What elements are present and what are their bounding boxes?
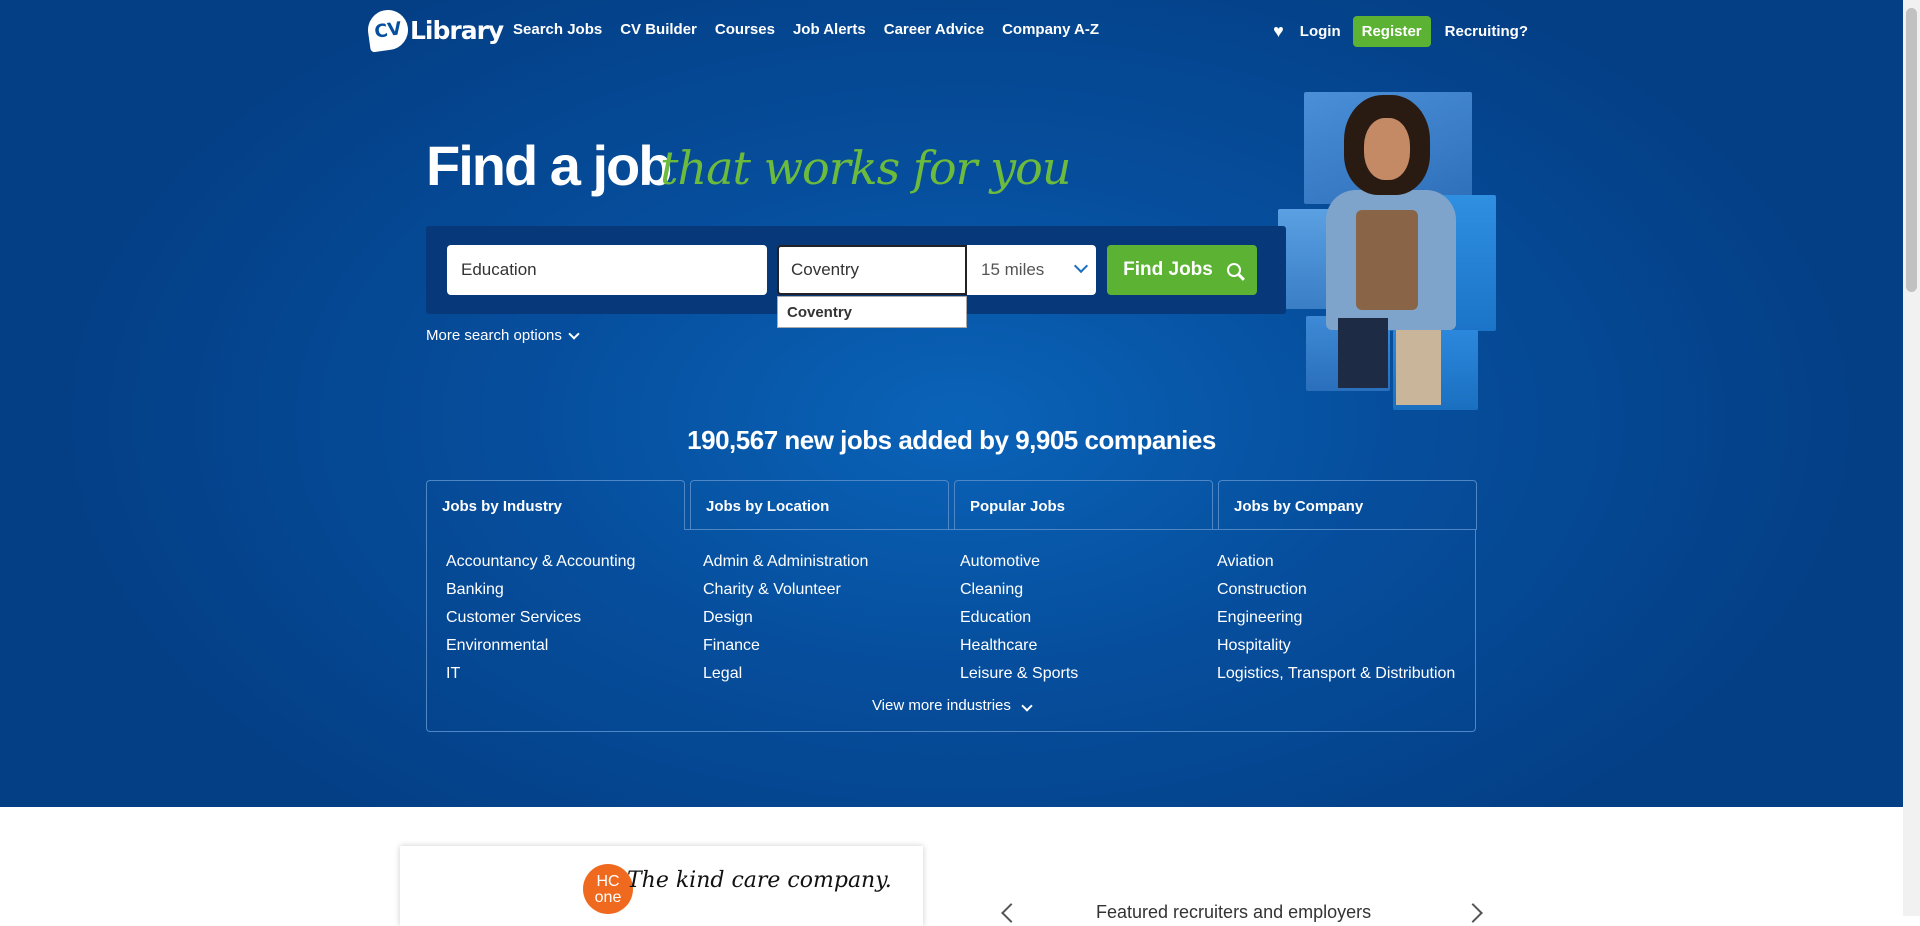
nav-job-alerts[interactable]: Job Alerts xyxy=(793,21,866,38)
main-nav: Search Jobs CV Builder Courses Job Alert… xyxy=(513,21,1117,38)
tab-jobs-by-company[interactable]: Jobs by Company xyxy=(1218,480,1477,530)
tab-jobs-by-industry[interactable]: Jobs by Industry xyxy=(426,480,685,530)
industry-link[interactable]: Automotive xyxy=(960,548,1078,576)
industry-link[interactable]: Aviation xyxy=(1217,548,1455,576)
chevron-left-icon[interactable] xyxy=(1001,903,1021,923)
find-jobs-button[interactable]: Find Jobs xyxy=(1107,245,1257,295)
nav-career-advice[interactable]: Career Advice xyxy=(884,21,984,38)
industry-link[interactable]: Legal xyxy=(703,660,868,688)
login-link[interactable]: Login xyxy=(1300,23,1341,40)
industry-column-1: Accountancy & Accounting Banking Custome… xyxy=(446,548,635,688)
hero-person-apron xyxy=(1356,210,1418,310)
scrollbar-thumb[interactable] xyxy=(1906,8,1917,292)
nav-courses[interactable]: Courses xyxy=(715,21,775,38)
chevron-right-icon[interactable] xyxy=(1463,903,1483,923)
hero-person-skirt xyxy=(1338,318,1388,388)
industry-link[interactable]: Healthcare xyxy=(960,632,1078,660)
logo-mark: CV xyxy=(365,7,411,53)
hc-one-logo: HC one xyxy=(583,864,633,914)
cv-library-logo[interactable]: CV Library xyxy=(365,7,504,53)
recruiting-link[interactable]: Recruiting? xyxy=(1445,23,1528,40)
industry-link[interactable]: Logistics, Transport & Distribution xyxy=(1217,660,1455,688)
account-nav: ♥ Login Register Recruiting? xyxy=(1273,16,1528,47)
location-input[interactable] xyxy=(777,245,967,295)
hero-tagline: that works for you xyxy=(660,141,1071,195)
view-more-industries[interactable]: View more industries xyxy=(0,697,1903,714)
industry-column-4: Aviation Construction Engineering Hospit… xyxy=(1217,548,1455,688)
chevron-down-icon xyxy=(1021,700,1033,712)
industry-link[interactable]: Design xyxy=(703,604,868,632)
nav-company-a-z[interactable]: Company A-Z xyxy=(1002,21,1099,38)
tab-popular-jobs[interactable]: Popular Jobs xyxy=(954,480,1213,530)
industry-link[interactable]: Hospitality xyxy=(1217,632,1455,660)
chevron-down-icon xyxy=(568,327,580,340)
more-search-options[interactable]: More search options xyxy=(426,327,580,344)
register-button[interactable]: Register xyxy=(1352,16,1431,47)
nav-cv-builder[interactable]: CV Builder xyxy=(620,21,697,38)
featured-recruiters-heading: Featured recruiters and employers xyxy=(1096,902,1372,922)
heart-icon[interactable]: ♥ xyxy=(1273,21,1284,42)
industry-link[interactable]: IT xyxy=(446,660,635,688)
industry-link[interactable]: Environmental xyxy=(446,632,635,660)
industry-column-3: Automotive Cleaning Education Healthcare… xyxy=(960,548,1078,688)
view-more-label: View more industries xyxy=(871,697,1011,714)
search-icon xyxy=(1226,263,1241,277)
more-search-options-label: More search options xyxy=(426,327,562,344)
location-suggestion[interactable]: Coventry xyxy=(777,296,967,328)
industry-column-2: Admin & Administration Charity & Volunte… xyxy=(703,548,868,688)
keywords-input[interactable] xyxy=(447,245,767,295)
industry-link[interactable]: Banking xyxy=(446,576,635,604)
industry-link[interactable]: Finance xyxy=(703,632,868,660)
industry-link[interactable]: Accountancy & Accounting xyxy=(446,548,635,576)
industry-link[interactable]: Education xyxy=(960,604,1078,632)
jobs-stats: 190,567 new jobs added by 9,905 companie… xyxy=(687,425,1216,455)
industry-link[interactable]: Construction xyxy=(1217,576,1455,604)
tab-jobs-by-location[interactable]: Jobs by Location xyxy=(690,480,949,530)
industry-link[interactable]: Cleaning xyxy=(960,576,1078,604)
distance-select[interactable]: 15 miles xyxy=(967,245,1096,295)
industry-link[interactable]: Charity & Volunteer xyxy=(703,576,868,604)
page-scrollbar[interactable] xyxy=(1903,0,1920,916)
industry-link[interactable]: Customer Services xyxy=(446,604,635,632)
nav-search-jobs[interactable]: Search Jobs xyxy=(513,21,602,38)
chevron-down-icon xyxy=(1073,258,1089,274)
hero-person-face xyxy=(1364,118,1410,180)
hc-one-tagline: The kind care company. xyxy=(627,868,892,893)
find-jobs-label: Find Jobs xyxy=(1123,259,1213,280)
industry-link[interactable]: Leisure & Sports xyxy=(960,660,1078,688)
hero-headline: Find a job xyxy=(426,134,672,197)
industry-link[interactable]: Admin & Administration xyxy=(703,548,868,576)
hero-person-skirt xyxy=(1396,330,1441,405)
distance-value: 15 miles xyxy=(981,260,1045,279)
logo-word: Library xyxy=(410,15,504,45)
industry-link[interactable]: Engineering xyxy=(1217,604,1455,632)
